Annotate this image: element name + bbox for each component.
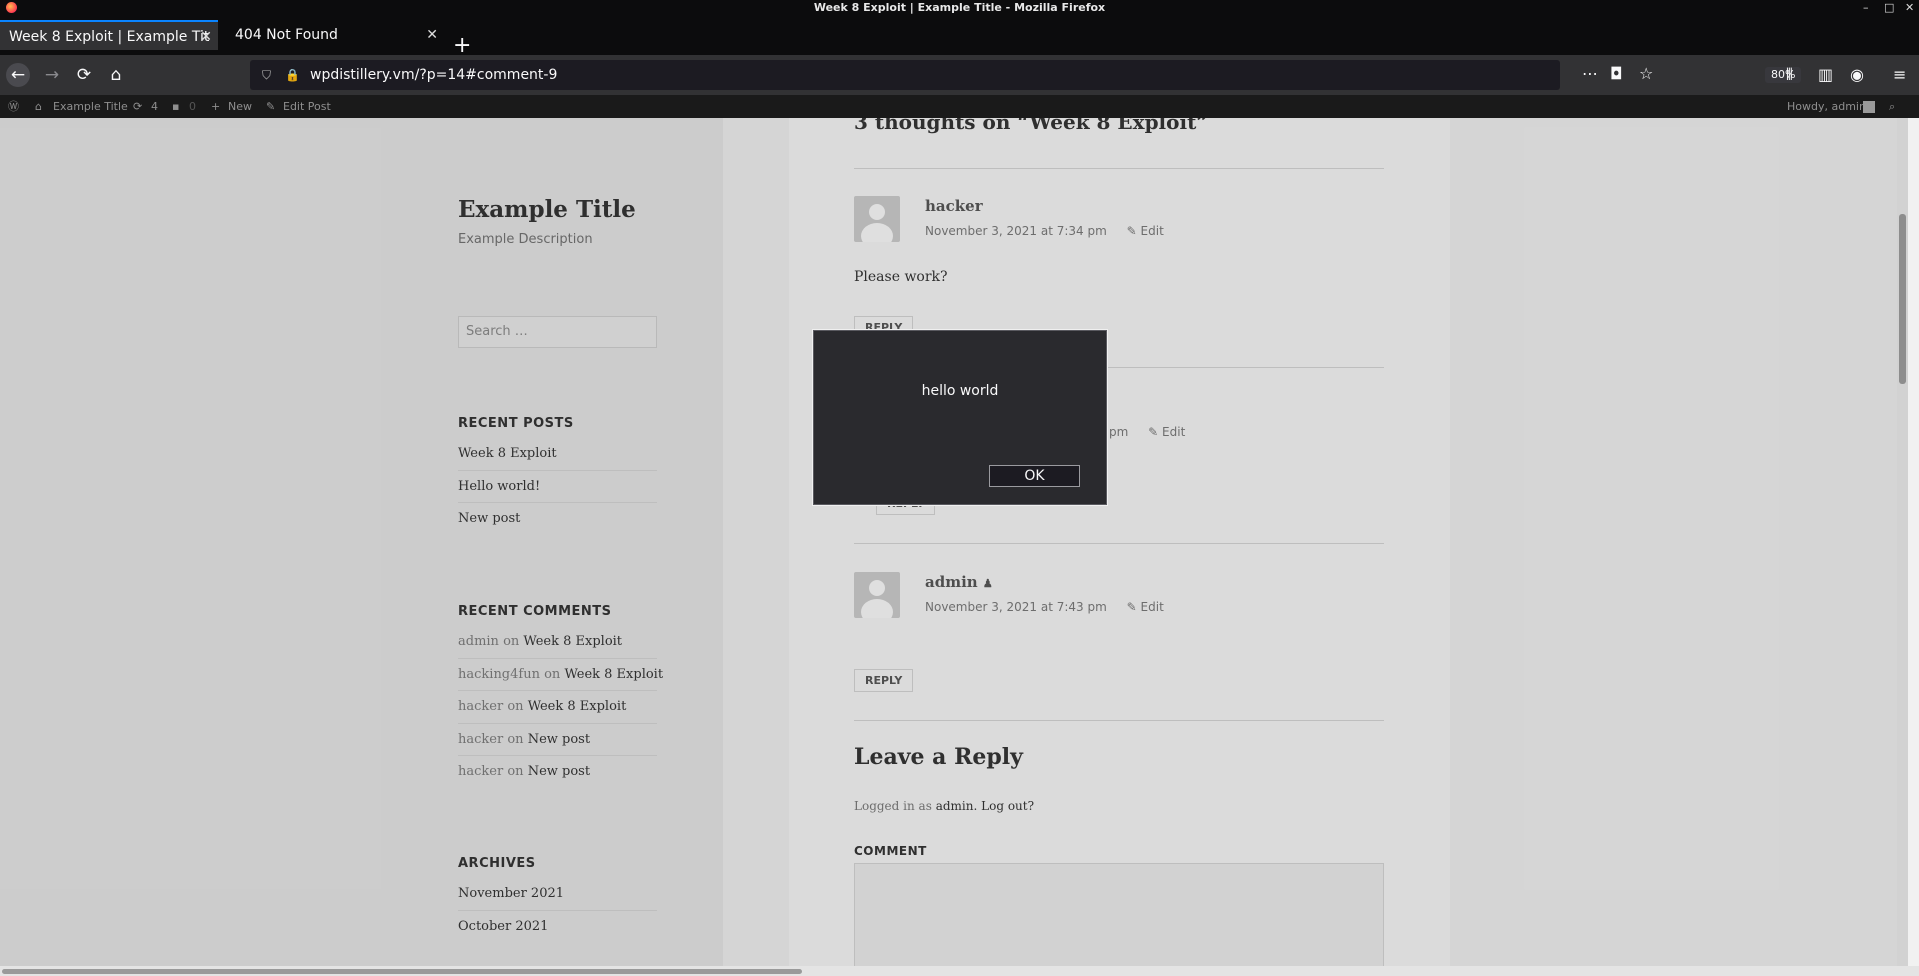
- pencil-icon[interactable]: ✎: [266, 95, 275, 118]
- alert-message: hello world: [921, 383, 999, 399]
- home-button[interactable]: ⌂: [104, 63, 128, 87]
- comments-icon[interactable]: ▪: [172, 95, 179, 118]
- scrollbar-thumb[interactable]: [2, 969, 802, 974]
- comments-count[interactable]: 0: [189, 95, 196, 118]
- tab-label: 404 Not Found: [235, 27, 338, 43]
- tab-label: Week 8 Exploit | Example Tit: [9, 29, 210, 45]
- admin-avatar[interactable]: [1863, 101, 1875, 113]
- wordpress-logo-icon[interactable]: Ⓦ: [8, 95, 19, 118]
- ok-button[interactable]: OK: [989, 465, 1080, 487]
- site-home-icon[interactable]: ⌂: [35, 95, 42, 118]
- close-tab-icon[interactable]: ✕: [200, 22, 212, 50]
- pocket-icon[interactable]: ◘: [1610, 62, 1623, 86]
- insecure-lock-icon[interactable]: 🔒: [285, 60, 300, 90]
- url-text[interactable]: wpdistillery.vm/?p=14#comment-9: [310, 60, 557, 90]
- close-window-button[interactable]: ✕: [1905, 0, 1914, 15]
- account-icon[interactable]: ◉: [1850, 63, 1864, 87]
- bookmark-star-icon[interactable]: ☆: [1639, 62, 1653, 86]
- back-button[interactable]: ←: [6, 63, 30, 87]
- tab-strip: Week 8 Exploit | Example Tit ✕ 404 Not F…: [0, 15, 1919, 57]
- updates-icon[interactable]: ⟳: [133, 95, 142, 118]
- tab-week8-exploit[interactable]: Week 8 Exploit | Example Tit ✕: [0, 20, 218, 50]
- tab-404-not-found[interactable]: 404 Not Found ✕: [226, 20, 444, 50]
- tracking-shield-icon[interactable]: ⛉: [262, 60, 271, 90]
- adminbar-new[interactable]: New: [228, 95, 252, 118]
- page-actions-icon[interactable]: ⋯: [1582, 62, 1598, 86]
- zoom-level-badge[interactable]: 80%: [1765, 67, 1802, 83]
- maximize-button[interactable]: □: [1884, 0, 1894, 15]
- navigation-toolbar: ← → ⟳ ⌂ ⛉ 🔒 wpdistillery.vm/?p=14#commen…: [0, 55, 1919, 95]
- url-bar[interactable]: ⛉ 🔒 wpdistillery.vm/?p=14#comment-9 80% …: [250, 60, 1802, 90]
- adminbar-howdy[interactable]: Howdy, admin: [1787, 95, 1866, 118]
- window-title: Week 8 Exploit | Example Title - Mozilla…: [813, 1, 1106, 14]
- horizontal-scrollbar[interactable]: [0, 966, 1919, 976]
- hamburger-menu-icon[interactable]: ≡: [1893, 63, 1906, 87]
- forward-button[interactable]: →: [40, 63, 64, 87]
- minimize-button[interactable]: –: [1863, 0, 1869, 15]
- window-titlebar: Week 8 Exploit | Example Title - Mozilla…: [0, 0, 1919, 15]
- sidebar-toggle-icon[interactable]: ▥: [1818, 63, 1833, 87]
- adminbar-edit-post[interactable]: Edit Post: [283, 95, 331, 118]
- alert-dialog: hello world OK: [813, 330, 1107, 505]
- new-plus-icon[interactable]: +: [211, 95, 220, 118]
- adminbar-search-icon[interactable]: ⌕: [1889, 95, 1895, 118]
- wp-admin-bar: Ⓦ ⌂ Example Title ⟳ 4 ▪ 0 + New ✎ Edit P…: [0, 95, 1919, 118]
- new-tab-button[interactable]: +: [453, 35, 471, 57]
- adminbar-site-name[interactable]: Example Title: [53, 95, 128, 118]
- close-tab-icon[interactable]: ✕: [426, 20, 438, 50]
- reload-button[interactable]: ⟳: [72, 63, 96, 87]
- library-icon[interactable]: ⫴: [1786, 63, 1793, 87]
- modal-overlay: [0, 118, 1908, 966]
- updates-count[interactable]: 4: [151, 95, 158, 118]
